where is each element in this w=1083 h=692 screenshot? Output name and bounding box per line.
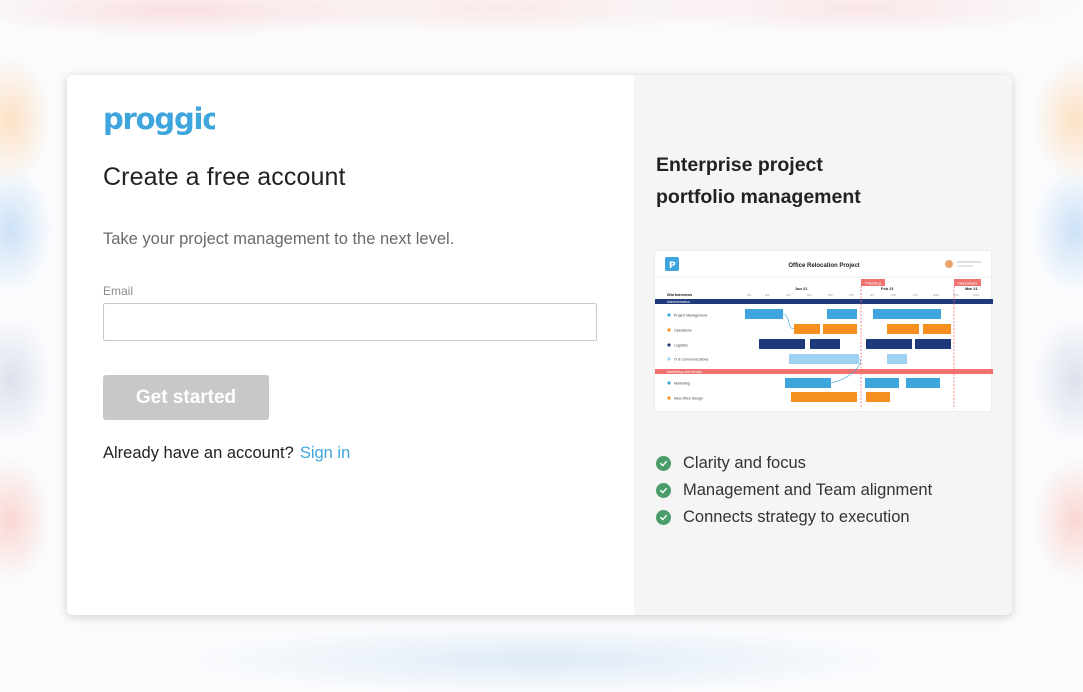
month-feb: Feb 21 [881,286,894,291]
svg-text:W10: W10 [933,293,940,297]
sign-in-link[interactable]: Sign in [300,444,350,462]
page-subtitle: Take your project management to the next… [103,230,455,248]
user-bar [957,265,973,267]
month-jan: Jan 21 [795,286,808,291]
email-label: Email [103,284,134,298]
feature-item: Management and Team alignment [656,477,932,504]
promo-heading-line1: Enterprise project [656,154,823,176]
gantt-preview-svg: P Office Relocation Project Planning Ope… [655,257,993,409]
svg-text:W4: W4 [807,293,812,297]
svg-text:W9: W9 [913,293,918,297]
row-logistics: Logistics [674,344,688,348]
promo-heading: Enterprise project portfolio management [656,149,861,213]
feature-text: Management and Team alignment [683,481,933,499]
svg-text:W5: W5 [828,293,833,297]
signin-row: Already have an account? Sign in [103,444,350,463]
svg-text:W3: W3 [786,293,791,297]
group-bar-administration [655,299,993,304]
svg-text:W6: W6 [849,293,854,297]
feature-list: Clarity and focus Management and Team al… [656,450,932,531]
user-bar [957,261,981,263]
app-logo-letter: P [669,261,676,271]
feature-item: Clarity and focus [656,450,932,477]
svg-text:W12: W12 [973,293,980,297]
signup-card: proggio Create a free account Take your … [67,75,1012,615]
milestone-planning-label: Planning [865,281,881,286]
row-new-office-design: New office Design [674,397,703,401]
have-account-text: Already have an account? [103,444,294,462]
row-project-management: Project Management [674,314,707,318]
preview-title: Office Relocation Project [788,263,859,269]
group-label-administration: Administration [667,300,690,304]
signup-panel: proggio Create a free account Take your … [67,75,634,615]
promo-heading-line2: portfolio management [656,186,861,208]
row-marketing: Marketing [674,382,690,386]
svg-text:W8: W8 [891,293,896,297]
proggio-logo-icon: proggio [103,102,222,136]
svg-text:W7: W7 [870,293,875,297]
svg-text:W2: W2 [765,293,770,297]
group-label-marketing: Marketing and Design [667,370,702,374]
proggio-logo[interactable]: proggio [103,102,222,144]
svg-text:W1: W1 [747,293,752,297]
dependency-link [782,313,795,330]
check-circle-icon [656,456,671,471]
page-title: Create a free account [103,163,346,191]
gantt-bars [745,309,951,402]
month-mar: Mar 21 [965,286,978,291]
row-it-communications: IT & Communications [674,358,708,362]
feature-item: Connects strategy to execution [656,504,932,531]
milestone-operations-label: Operations [958,281,978,286]
check-circle-icon [656,510,671,525]
group-bar-marketing [655,369,993,374]
feature-text: Clarity and focus [683,454,806,472]
logo-text: proggio [103,105,215,136]
check-circle-icon [656,483,671,498]
promo-panel: Enterprise project portfolio management … [634,75,1012,615]
get-started-button[interactable]: Get started [103,375,269,420]
workstreams-header: Workstreams [667,292,693,297]
week-ticks: W1 W2 W3 W4 W5 W6 W7 W8 W9 W10 W11 W12 [747,293,980,297]
avatar-icon [945,260,953,268]
row-operations: Operations [674,329,692,333]
email-input[interactable] [103,303,597,341]
feature-text: Connects strategy to execution [683,508,910,526]
gantt-preview-image: P Office Relocation Project Planning Ope… [654,250,993,412]
